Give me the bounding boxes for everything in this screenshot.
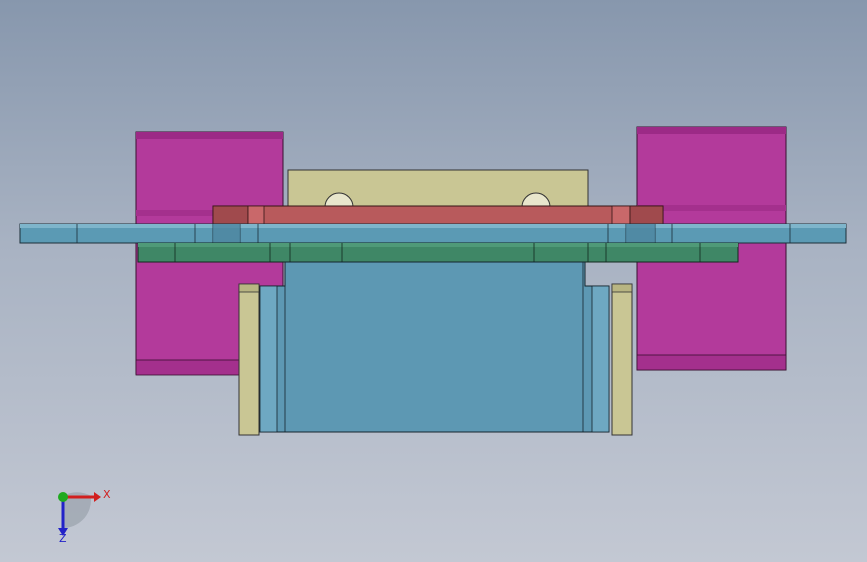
reference-triad: X Z bbox=[58, 488, 111, 545]
x-axis-label: X bbox=[103, 488, 111, 501]
khaki-side-plate-left[interactable] bbox=[238, 283, 260, 436]
graphics-viewport[interactable]: X Z bbox=[0, 0, 867, 562]
green-plate[interactable] bbox=[137, 242, 739, 263]
blue-plate[interactable] bbox=[19, 223, 847, 244]
model-view[interactable]: X Z bbox=[0, 0, 867, 562]
khaki-bracket[interactable] bbox=[287, 169, 589, 211]
blue-body[interactable] bbox=[259, 261, 610, 433]
khaki-side-plate-right[interactable] bbox=[611, 283, 633, 436]
y-axis-dot bbox=[58, 492, 68, 502]
red-plate[interactable] bbox=[212, 205, 664, 226]
z-axis-label: Z bbox=[59, 532, 67, 545]
